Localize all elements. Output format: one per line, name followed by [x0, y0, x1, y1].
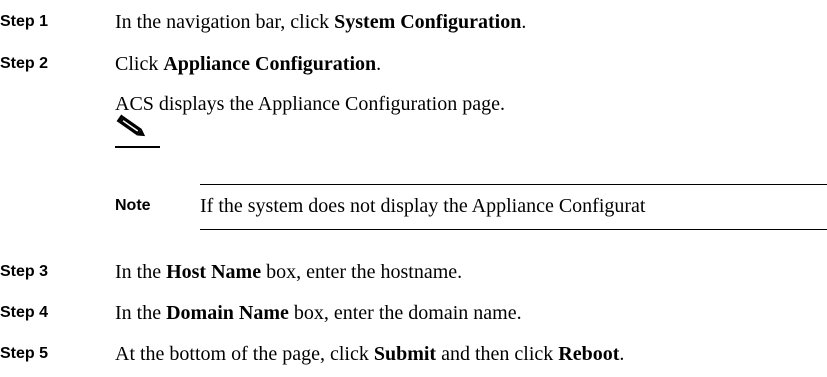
- note-icon-rule: [115, 146, 160, 148]
- step-3-text-post: box, enter the hostname.: [261, 261, 463, 283]
- step-1-text: In the navigation bar, click System Conf…: [115, 10, 526, 34]
- note-top-rule: [200, 184, 827, 185]
- step-3-text: In the Host Name box, enter the hostname…: [115, 260, 462, 284]
- step-2-menu-term: Appliance Configuration: [163, 53, 377, 75]
- step-5-text-post: .: [619, 343, 625, 365]
- step-3-label: Step 3: [0, 263, 49, 280]
- step-2-text-pre: Click: [115, 53, 164, 75]
- step-4-field-term: Domain Name: [166, 302, 289, 324]
- step-4-text: In the Domain Name box, enter the domain…: [115, 301, 522, 325]
- step-5-submit-term: Submit: [373, 343, 437, 365]
- step-1-text-post: .: [521, 11, 527, 33]
- step-4-label: Step 4: [0, 304, 49, 321]
- step-4-text-pre: In the: [115, 302, 167, 324]
- step-2-label: Step 2: [0, 55, 49, 72]
- step-5-label: Step 5: [0, 345, 49, 362]
- step-2-result: ACS displays the Appliance Configuration…: [115, 93, 505, 115]
- note-label: Note: [115, 197, 151, 214]
- step-5-reboot-term: Reboot: [558, 343, 620, 365]
- note-text: If the system does not display the Appli…: [200, 195, 646, 217]
- step-2-text: Click Appliance Configuration.: [115, 52, 381, 76]
- step-3-text-pre: In the: [115, 261, 167, 283]
- step-5-text: At the bottom of the page, click Submit …: [115, 342, 624, 366]
- step-2-text-post: .: [376, 53, 382, 75]
- step-1-menu-term: System Configuration: [334, 11, 522, 33]
- step-4-text-post: box, enter the domain name.: [288, 302, 522, 324]
- step-5-text-mid: and then click: [436, 343, 559, 365]
- step-1-label: Step 1: [0, 13, 49, 30]
- pencil-note-icon: [115, 112, 149, 142]
- step-5-text-pre: At the bottom of the page, click: [115, 343, 374, 365]
- step-3-field-term: Host Name: [166, 261, 262, 283]
- note-bottom-rule: [200, 229, 827, 230]
- step-1-text-pre: In the navigation bar, click: [115, 11, 335, 33]
